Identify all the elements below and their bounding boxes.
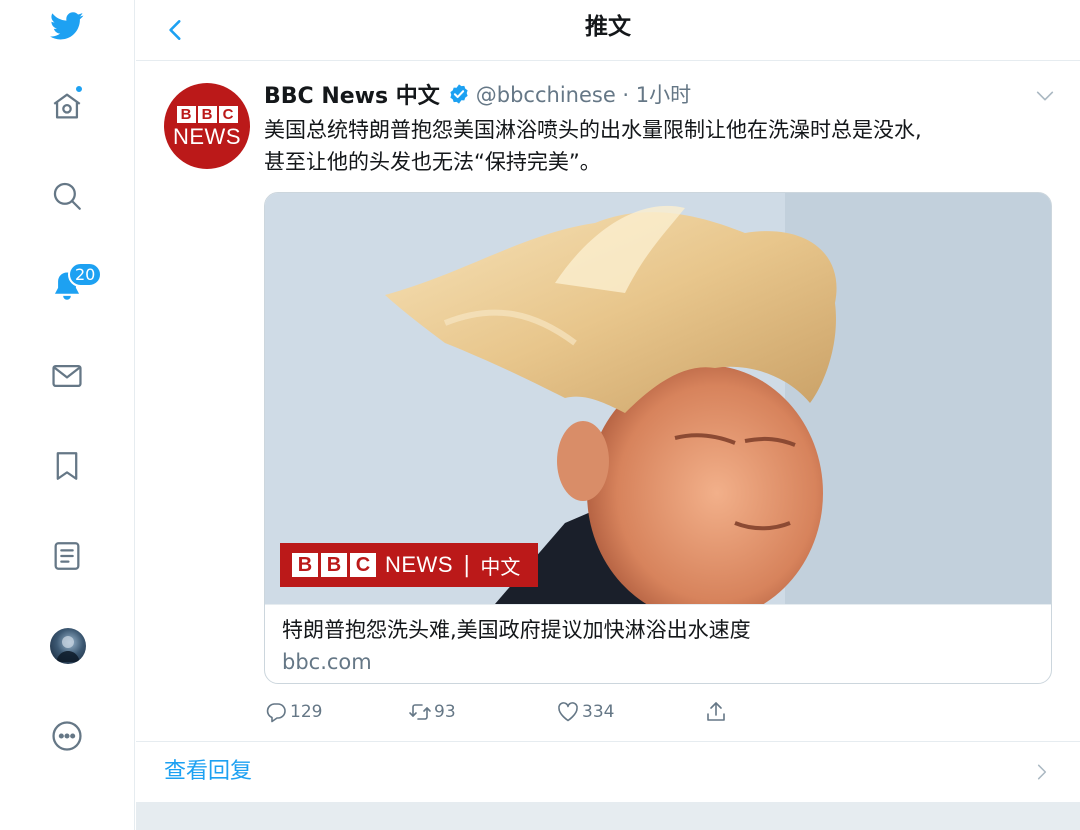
list-icon: [54, 542, 80, 570]
share-icon: [707, 702, 725, 721]
tweet-text-line: 甚至让他的头发也无法“保持完美”。: [264, 150, 601, 174]
bbc-block: C: [350, 553, 376, 577]
like-button[interactable]: 334: [556, 697, 614, 727]
author-handle-time: @bbcchinese · 1小时: [475, 83, 692, 107]
card-domain: bbc.com: [282, 650, 372, 674]
sidebar: 20: [0, 0, 135, 830]
bbc-logo: B B C: [176, 105, 238, 123]
author-name[interactable]: BBC News 中文: [264, 78, 440, 110]
timeline-divider: [136, 802, 1080, 830]
reply-count: 129: [290, 702, 323, 722]
page-header: 推文: [136, 0, 1080, 61]
bbc-logo: B B C: [292, 553, 376, 577]
view-replies-link[interactable]: 查看回复: [164, 742, 252, 802]
tweet: B B C NEWS BBC News 中文 @bbcchinese · 1小时…: [136, 61, 1080, 741]
retweet-icon: [409, 704, 431, 720]
notification-count-badge: 20: [68, 262, 103, 287]
bbc-block: C: [218, 105, 238, 123]
search-icon: [53, 182, 81, 210]
explore-button[interactable]: [37, 166, 97, 226]
back-button[interactable]: [154, 8, 198, 52]
overlay-language: 中文: [480, 554, 521, 579]
retweet-count: 93: [434, 702, 456, 722]
card-title: 特朗普抱怨洗头难,美国政府提议加快淋浴出水速度: [282, 618, 751, 642]
bbc-block: B: [292, 553, 318, 577]
link-card[interactable]: B B C NEWS | 中文 特朗普抱怨洗头难,美国政府提议加快淋浴出水速度 …: [264, 192, 1052, 684]
chevron-left-icon: [169, 20, 181, 40]
messages-button[interactable]: [37, 346, 97, 406]
bookmark-icon: [56, 452, 78, 480]
reply-icon: [266, 703, 286, 723]
lists-button[interactable]: [37, 526, 97, 586]
card-text: 特朗普抱怨洗头难,美国政府提议加快淋浴出水速度 bbc.com: [265, 604, 1051, 683]
chevron-right-icon: [1037, 764, 1047, 780]
bookmarks-button[interactable]: [37, 436, 97, 496]
bbc-block: B: [176, 105, 196, 123]
profile-avatar[interactable]: [50, 628, 86, 664]
author-avatar[interactable]: B B C NEWS: [164, 83, 250, 169]
bbc-block: B: [197, 105, 217, 123]
view-replies-row[interactable]: 查看回复: [136, 741, 1080, 802]
chevron-down-icon[interactable]: [1034, 85, 1056, 107]
home-button[interactable]: [37, 76, 97, 136]
mail-icon: [52, 364, 82, 388]
page-title: 推文: [585, 14, 631, 40]
retweet-button[interactable]: 93: [408, 697, 456, 727]
author-row: BBC News 中文 @bbcchinese · 1小时: [264, 79, 691, 109]
twitter-logo-button[interactable]: [37, 0, 97, 56]
tweet-text-line: 美国总统特朗普抱怨美国淋浴喷头的出水量限制让他在洗澡时总是没水,: [264, 118, 922, 142]
more-button[interactable]: [37, 706, 97, 766]
card-image: B B C NEWS | 中文: [265, 193, 1051, 604]
tweet-actions: 129 93 334: [264, 697, 1054, 727]
tweet-text: 美国总统特朗普抱怨美国淋浴喷头的出水量限制让他在洗澡时总是没水, 甚至让他的头发…: [264, 114, 1054, 178]
share-button[interactable]: [704, 697, 730, 727]
news-wordmark: NEWS: [173, 123, 241, 149]
overlay-separator: |: [463, 552, 471, 578]
news-wordmark: NEWS: [385, 552, 453, 577]
reply-button[interactable]: 129: [264, 697, 322, 727]
like-count: 334: [582, 702, 615, 722]
home-icon: [53, 93, 81, 119]
more-icon: [52, 721, 82, 751]
heart-icon: [558, 702, 578, 722]
twitter-bird-icon: [50, 12, 84, 40]
bbc-block: B: [321, 553, 347, 577]
avatar-image: [56, 636, 80, 662]
verified-badge-icon: [450, 84, 468, 104]
new-content-dot: [74, 84, 84, 94]
bbc-news-chinese-overlay: B B C NEWS | 中文: [280, 543, 538, 587]
